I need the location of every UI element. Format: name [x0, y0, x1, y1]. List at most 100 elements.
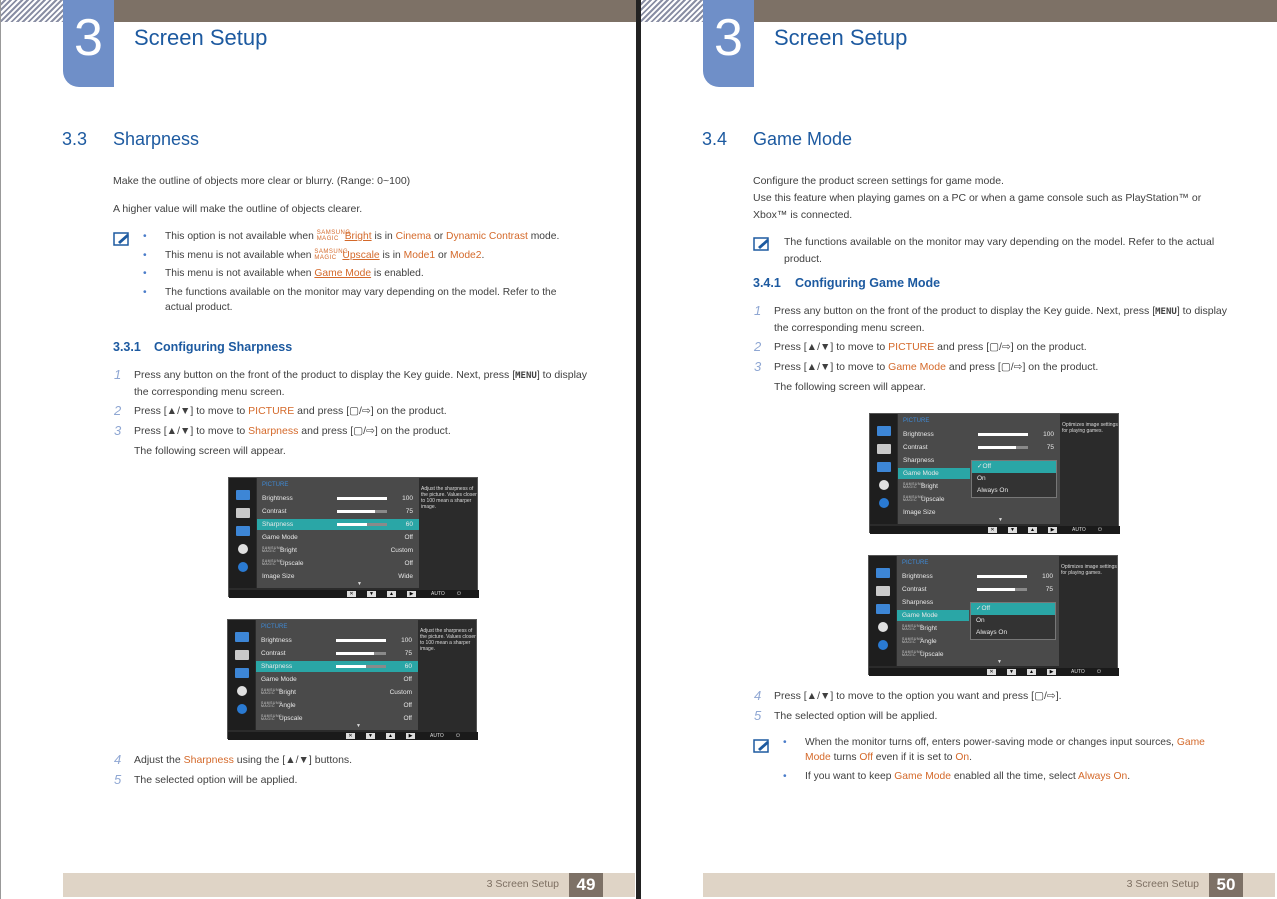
osd-slider — [336, 652, 386, 655]
step-part: and press [ — [298, 425, 354, 437]
osd-menu-item[interactable]: Game Mode — [898, 468, 970, 479]
osd-help-text: Adjust the sharpness of the picture. Val… — [421, 486, 477, 510]
intro-paragraph: A higher value will make the outline of … — [113, 203, 363, 215]
power-icon[interactable]: ⏻ — [1098, 527, 1102, 533]
note-item: This menu is not available when SAMSUNG … — [143, 248, 583, 263]
step-highlight: Sharpness — [183, 754, 234, 766]
page-number: 50 — [1209, 873, 1243, 897]
osd-menu-item[interactable]: Brightness 100 — [897, 571, 1059, 582]
step-number: 2 — [754, 339, 762, 354]
osd-menu-item[interactable]: Brightness 100 — [257, 493, 419, 504]
osd-slider-fill — [336, 665, 366, 668]
onscreen-display-icon — [877, 444, 891, 454]
osd-item-value: 75 — [1045, 586, 1053, 593]
position-icon — [236, 526, 250, 536]
step-part: Press [▲/▼] to move to — [134, 425, 249, 437]
osd-option[interactable]: ✓Off — [972, 461, 1056, 473]
osd-menu-item[interactable]: SAMSUNG MAGIC Bright Custom — [257, 545, 419, 556]
osd-menu-item[interactable]: Contrast 75 — [256, 648, 418, 659]
osd-slider — [337, 497, 387, 500]
section-number: 3.4 — [702, 129, 728, 149]
page-footer: 3 Screen Setup 50 — [703, 873, 1275, 897]
menu-key: MENU — [1155, 307, 1177, 317]
osd-item-value: 60 — [405, 521, 413, 528]
info-icon — [878, 640, 888, 650]
auto-key-label[interactable]: AUTO — [1072, 527, 1086, 533]
auto-key-label[interactable]: AUTO — [430, 733, 444, 739]
down-key-icon[interactable]: ▼ — [1007, 669, 1016, 675]
osd-menu-item[interactable]: SAMSUNG MAGIC Upscale Off — [257, 558, 419, 569]
step-text: Press [▲/▼] to move to Game Mode and pre… — [774, 359, 1234, 375]
osd-option[interactable]: On — [971, 615, 1055, 627]
osd-item-value: 100 — [1043, 431, 1054, 438]
note-text: enabled all the time, select — [950, 770, 1079, 782]
up-key-icon[interactable]: ▲ — [1027, 669, 1036, 675]
osd-option[interactable]: On — [972, 473, 1056, 485]
osd-menu-item[interactable]: Contrast 75 — [898, 442, 1060, 453]
subsection-title: Configuring Sharpness — [154, 340, 293, 354]
onscreen-display-icon — [876, 586, 890, 596]
osd-menu-item[interactable]: Contrast 75 — [257, 506, 419, 517]
osd-menu-item[interactable]: SAMSUNG MAGIC Upscale — [897, 649, 1059, 660]
up-key-icon[interactable]: ▲ — [386, 733, 395, 739]
osd-option[interactable]: ✓Off — [971, 603, 1055, 615]
note-link[interactable]: Upscale — [342, 250, 379, 261]
enter-key-icon[interactable]: ▶ — [407, 591, 416, 597]
step-number: 1 — [754, 303, 762, 318]
close-key-icon[interactable]: ✕ — [346, 733, 355, 739]
osd-item-label: Contrast — [902, 586, 927, 593]
osd-option[interactable]: Always On — [971, 627, 1055, 639]
up-key-icon[interactable]: ▲ — [1028, 527, 1037, 533]
osd-menu-item[interactable]: Game Mode Off — [256, 674, 418, 685]
osd-menu-item[interactable]: SAMSUNG MAGIC Upscale Off — [256, 713, 418, 724]
close-key-icon[interactable]: ✕ — [987, 669, 996, 675]
note-text: . — [969, 752, 972, 763]
note-item: When the monitor turns off, enters power… — [783, 735, 1233, 765]
note-link[interactable]: Game Mode — [314, 268, 371, 279]
scroll-down-icon: ▼ — [357, 581, 362, 587]
osd-item-label: Angle — [279, 702, 296, 709]
osd-menu-item[interactable]: Brightness 100 — [898, 429, 1060, 440]
intro-paragraph: Use this feature when playing games on a… — [753, 192, 1202, 221]
settings-gear-icon — [878, 622, 888, 632]
osd-option[interactable]: Always On — [972, 485, 1056, 497]
down-key-icon[interactable]: ▼ — [366, 733, 375, 739]
note-link[interactable]: Bright — [345, 231, 372, 242]
power-icon[interactable]: ⏻ — [1097, 669, 1101, 675]
up-key-icon[interactable]: ▲ — [387, 591, 396, 597]
enter-key-icon[interactable]: ▶ — [1048, 527, 1057, 533]
osd-menu-item[interactable]: Sharpness 60 — [257, 519, 419, 530]
down-key-icon[interactable]: ▼ — [1008, 527, 1017, 533]
osd-menu-item[interactable]: Sharpness 60 — [256, 661, 418, 672]
enter-key-icon[interactable]: ▶ — [406, 733, 415, 739]
osd-item-value: Off — [403, 715, 412, 722]
osd-menu-item[interactable]: Brightness 100 — [256, 635, 418, 646]
enter-key-icon[interactable]: ▶ — [1047, 669, 1056, 675]
osd-menu-item[interactable]: SAMSUNG MAGIC Bright Custom — [256, 687, 418, 698]
power-icon[interactable]: ⏻ — [456, 733, 460, 739]
enter-key-icon: ▢/⇨ — [1034, 690, 1056, 702]
close-key-icon[interactable]: ✕ — [347, 591, 356, 597]
osd-menu-item[interactable]: Game Mode Off — [257, 532, 419, 543]
osd-menu-item[interactable]: Contrast 75 — [897, 584, 1059, 595]
osd-menu-item[interactable]: Game Mode — [897, 610, 969, 621]
notes-list: When the monitor turns off, enters power… — [783, 735, 1233, 787]
power-icon[interactable]: ⏻ — [457, 591, 461, 597]
osd-menu-item[interactable]: Image Size — [898, 507, 1060, 518]
close-key-icon[interactable]: ✕ — [988, 527, 997, 533]
auto-key-label[interactable]: AUTO — [1071, 669, 1085, 675]
auto-key-label[interactable]: AUTO — [431, 591, 445, 597]
osd-option-label: Off — [982, 463, 992, 470]
manual-page-50: 3 Screen Setup 3.4 Game Mode Configure t… — [641, 0, 1277, 899]
osd-menu-item[interactable]: SAMSUNG MAGIC Angle Off — [256, 700, 418, 711]
osd-slider — [977, 575, 1027, 578]
down-key-icon[interactable]: ▼ — [367, 591, 376, 597]
step-highlight: PICTURE — [248, 405, 295, 417]
note-text: This menu is not available when — [165, 249, 315, 261]
osd-key-guide: ✕ ▼ ▲ ▶ AUTO ⏻ — [229, 590, 479, 598]
note-text: mode. — [527, 231, 560, 242]
scroll-down-icon: ▼ — [998, 517, 1003, 523]
magic-logo: SAMSUNG MAGIC — [902, 636, 924, 645]
osd-item-label: Upscale — [279, 715, 303, 722]
osd-menu-item[interactable]: Image Size Wide — [257, 571, 419, 582]
